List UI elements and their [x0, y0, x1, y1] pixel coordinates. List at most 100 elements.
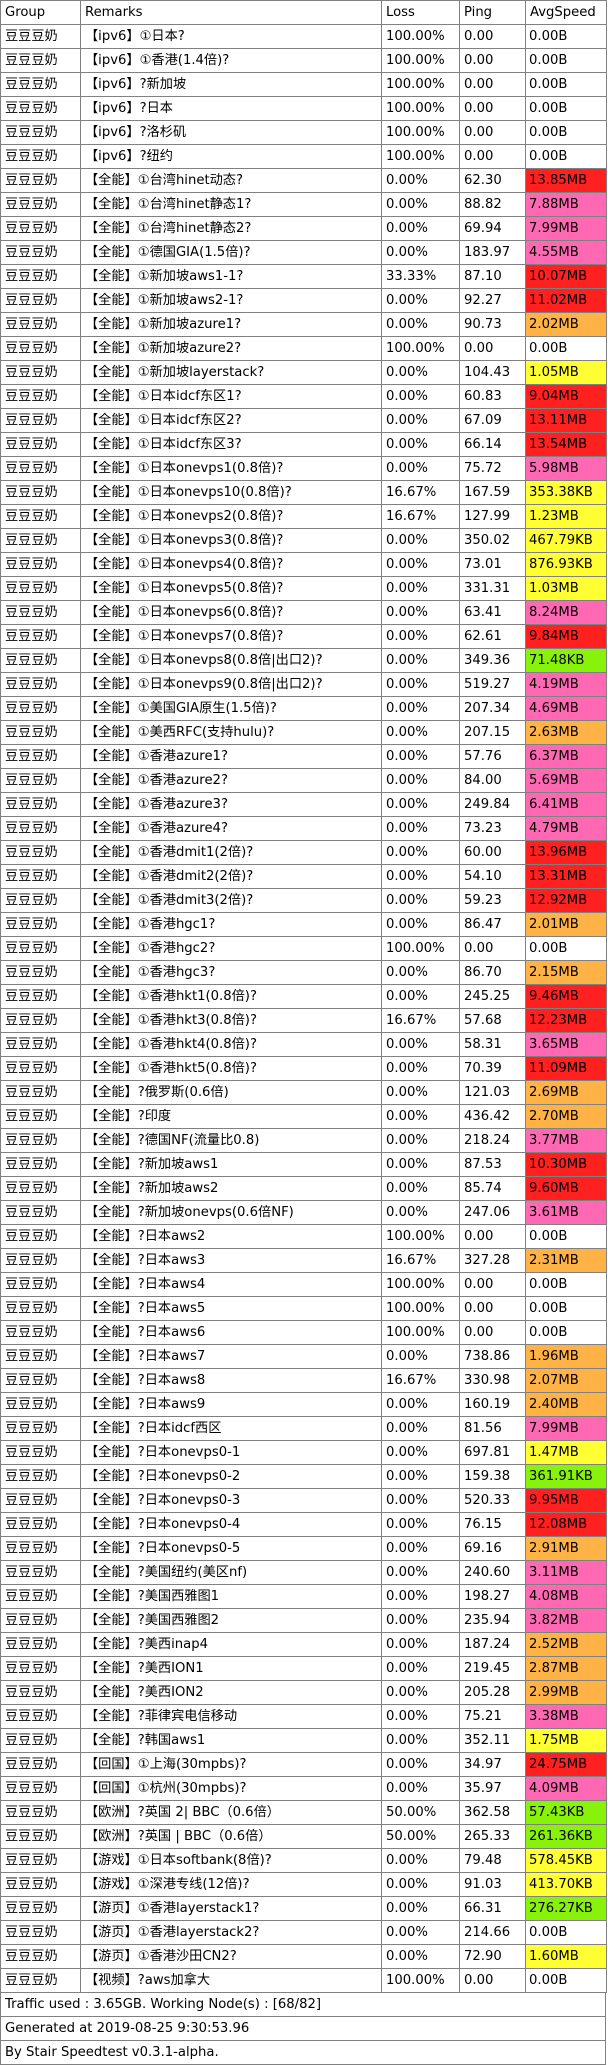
- cell-loss: 0.00%: [381, 312, 460, 337]
- cell-loss: 16.67%: [381, 480, 460, 505]
- table-row: 豆豆豆奶 【全能】?日本aws3 16.67% 327.28 2.31MB: [0, 1248, 607, 1273]
- table-row: 豆豆豆奶 【全能】①新加坡azure2? 100.00% 0.00 0.00B: [0, 336, 607, 361]
- cell-loss: 0.00%: [381, 1488, 460, 1513]
- cell-loss: 0.00%: [381, 192, 460, 217]
- cell-ping: 249.84: [459, 792, 526, 817]
- cell-ping: 0.00: [459, 96, 526, 121]
- cell-loss: 0.00%: [381, 744, 460, 769]
- cell-group: 豆豆豆奶: [0, 1080, 81, 1105]
- cell-ping: 87.10: [459, 264, 526, 289]
- table-row: 豆豆豆奶 【全能】①香港hkt4(0.8倍)? 0.00% 58.31 3.65MB: [0, 1032, 607, 1057]
- cell-ping: 72.90: [459, 1944, 526, 1969]
- cell-avgspeed: 1.05MB: [525, 360, 607, 385]
- cell-ping: 75.21: [459, 1704, 526, 1729]
- cell-ping: 352.11: [459, 1728, 526, 1753]
- cell-ping: 63.41: [459, 600, 526, 625]
- cell-group: 豆豆豆奶: [0, 1632, 81, 1657]
- table-row: 豆豆豆奶 【回国】①杭州(30mpbs)? 0.00% 35.97 4.09MB: [0, 1776, 607, 1801]
- cell-avgspeed: 13.11MB: [525, 408, 607, 433]
- cell-group: 豆豆豆奶: [0, 1920, 81, 1945]
- cell-group: 豆豆豆奶: [0, 1104, 81, 1129]
- cell-loss: 0.00%: [381, 288, 460, 313]
- cell-remarks: 【全能】①新加坡layerstack?: [80, 360, 382, 385]
- cell-remarks: 【全能】?日本onevps0-2: [80, 1464, 382, 1489]
- table-row: 豆豆豆奶 【ipv6】?日本 100.00% 0.00 0.00B: [0, 96, 607, 121]
- cell-loss: 100.00%: [381, 96, 460, 121]
- cell-loss: 0.00%: [381, 1464, 460, 1489]
- cell-group: 豆豆豆奶: [0, 696, 81, 721]
- cell-loss: 33.33%: [381, 264, 460, 289]
- cell-remarks: 【全能】①香港azure2?: [80, 768, 382, 793]
- cell-remarks: 【全能】①台湾hinet静态1?: [80, 192, 382, 217]
- table-row: 豆豆豆奶 【ipv6】?纽约 100.00% 0.00 0.00B: [0, 144, 607, 169]
- cell-group: 豆豆豆奶: [0, 384, 81, 409]
- cell-remarks: 【全能】①日本idcf东区3?: [80, 432, 382, 457]
- cell-ping: 59.23: [459, 888, 526, 913]
- cell-avgspeed: 4.79MB: [525, 816, 607, 841]
- cell-ping: 349.36: [459, 648, 526, 673]
- cell-ping: 167.59: [459, 480, 526, 505]
- table-row: 豆豆豆奶 【全能】①美西RFC(支持hulu)? 0.00% 207.15 2.63MB: [0, 720, 607, 745]
- table-row: 豆豆豆奶 【全能】?新加坡aws2 0.00% 85.74 9.60MB: [0, 1176, 607, 1201]
- cell-avgspeed: 4.19MB: [525, 672, 607, 697]
- cell-loss: 0.00%: [381, 1200, 460, 1225]
- cell-group: 豆豆豆奶: [0, 1392, 81, 1417]
- cell-loss: 100.00%: [381, 936, 460, 961]
- cell-group: 豆豆豆奶: [0, 336, 81, 361]
- cell-avgspeed: 0.00B: [525, 1320, 607, 1345]
- cell-loss: 0.00%: [381, 216, 460, 241]
- cell-avgspeed: 7.88MB: [525, 192, 607, 217]
- header-row: Group Remarks Loss Ping AvgSpeed: [0, 0, 607, 25]
- cell-ping: 240.60: [459, 1560, 526, 1585]
- cell-ping: 73.23: [459, 816, 526, 841]
- cell-avgspeed: 0.00B: [525, 936, 607, 961]
- cell-group: 豆豆豆奶: [0, 1656, 81, 1681]
- cell-avgspeed: 2.63MB: [525, 720, 607, 745]
- cell-ping: 245.25: [459, 984, 526, 1009]
- cell-ping: 88.82: [459, 192, 526, 217]
- cell-ping: 81.56: [459, 1416, 526, 1441]
- table-row: 豆豆豆奶 【全能】?美西inap4 0.00% 187.24 2.52MB: [0, 1632, 607, 1657]
- cell-remarks: 【回国】①杭州(30mpbs)?: [80, 1776, 382, 1801]
- cell-ping: 327.28: [459, 1248, 526, 1273]
- cell-avgspeed: 1.47MB: [525, 1440, 607, 1465]
- cell-group: 豆豆豆奶: [0, 504, 81, 529]
- cell-remarks: 【游页】①香港layerstack1?: [80, 1896, 382, 1921]
- cell-avgspeed: 9.46MB: [525, 984, 607, 1009]
- cell-loss: 0.00%: [381, 528, 460, 553]
- cell-remarks: 【ipv6】?新加坡: [80, 72, 382, 97]
- cell-remarks: 【全能】①日本onevps6(0.8倍)?: [80, 600, 382, 625]
- cell-ping: 0.00: [459, 48, 526, 73]
- cell-loss: 50.00%: [381, 1824, 460, 1849]
- table-row: 豆豆豆奶 【全能】?日本aws6 100.00% 0.00 0.00B: [0, 1320, 607, 1345]
- table-row: 豆豆豆奶 【全能】①香港hkt3(0.8倍)? 16.67% 57.68 12.23MB: [0, 1008, 607, 1033]
- cell-remarks: 【全能】①德国GIA(1.5倍)?: [80, 240, 382, 265]
- cell-group: 豆豆豆奶: [0, 1680, 81, 1705]
- cell-remarks: 【全能】?新加坡onevps(0.6倍NF): [80, 1200, 382, 1225]
- cell-avgspeed: 0.00B: [525, 144, 607, 169]
- cell-ping: 520.33: [459, 1488, 526, 1513]
- cell-avgspeed: 413.70KB: [525, 1872, 607, 1897]
- cell-ping: 121.03: [459, 1080, 526, 1105]
- cell-remarks: 【全能】①日本onevps1(0.8倍)?: [80, 456, 382, 481]
- cell-remarks: 【视频】?aws加拿大: [80, 1968, 382, 1993]
- cell-avgspeed: 578.45KB: [525, 1848, 607, 1873]
- cell-remarks: 【游页】①香港沙田CN2?: [80, 1944, 382, 1969]
- cell-avgspeed: 3.11MB: [525, 1560, 607, 1585]
- table-row: 豆豆豆奶 【全能】①新加坡aws1-1? 33.33% 87.10 10.07MB: [0, 264, 607, 289]
- generator-credit: By Stair Speedtest v0.3.1-alpha.: [0, 2041, 606, 2065]
- cell-remarks: 【全能】?日本aws7: [80, 1344, 382, 1369]
- cell-remarks: 【全能】?新加坡aws2: [80, 1176, 382, 1201]
- cell-remarks: 【全能】?日本onevps0-3: [80, 1488, 382, 1513]
- cell-remarks: 【全能】①日本onevps10(0.8倍)?: [80, 480, 382, 505]
- cell-loss: 0.00%: [381, 576, 460, 601]
- cell-ping: 697.81: [459, 1440, 526, 1465]
- table-row: 豆豆豆奶 【欧洲】?英国 | BBC（0.6倍） 50.00% 265.33 261.3…: [0, 1824, 607, 1849]
- cell-loss: 16.67%: [381, 504, 460, 529]
- cell-loss: 16.67%: [381, 1248, 460, 1273]
- cell-loss: 0.00%: [381, 1680, 460, 1705]
- cell-avgspeed: 2.69MB: [525, 1080, 607, 1105]
- cell-loss: 0.00%: [381, 1392, 460, 1417]
- cell-ping: 0.00: [459, 1968, 526, 1993]
- cell-avgspeed: 10.30MB: [525, 1152, 607, 1177]
